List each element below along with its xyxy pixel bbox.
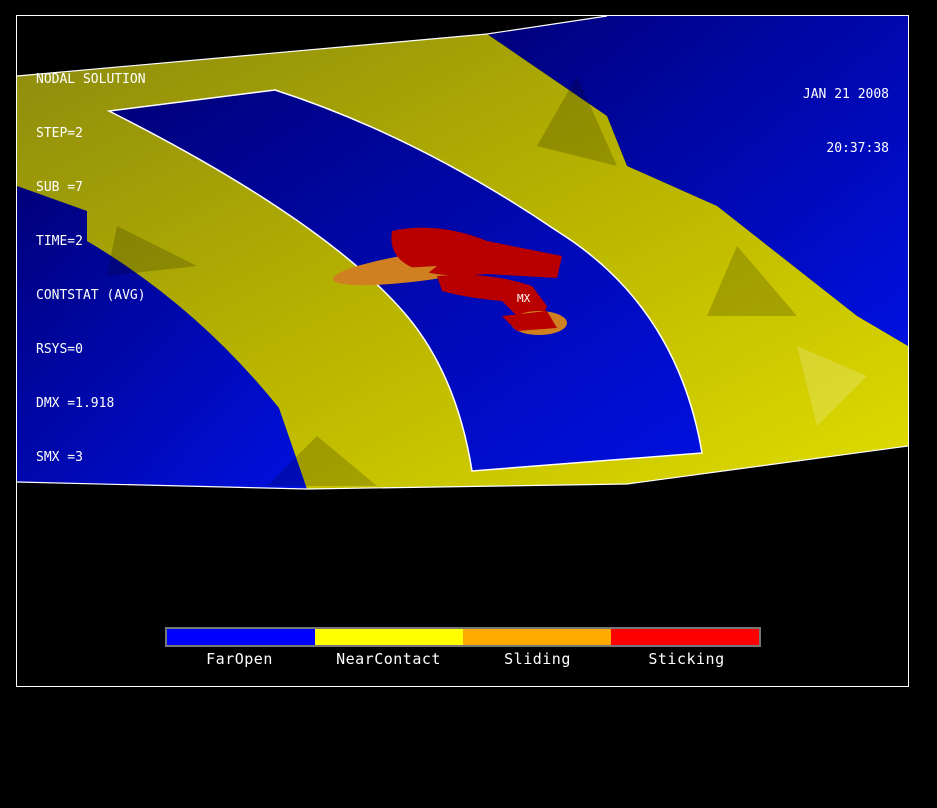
date-label: JAN 21 2008 — [802, 87, 889, 102]
sub-line: SUB =7 — [36, 180, 83, 195]
timestamp: JAN 21 2008 20:37:38 — [803, 50, 889, 194]
solution-info: NODAL SOLUTION STEP=2 SUB =7 TIME=2 CONT… — [36, 35, 146, 503]
rsys-line: RSYS=0 — [36, 342, 83, 357]
contact-status-model[interactable] — [17, 16, 908, 686]
smx-line: SMX =3 — [36, 450, 83, 465]
time-line: TIME=2 — [36, 234, 83, 249]
max-marker-label: MX — [517, 292, 531, 305]
legend-label-nearcontact: NearContact — [336, 650, 441, 668]
dmx-line: DMX =1.918 — [36, 396, 115, 411]
solution-title: NODAL SOLUTION — [36, 72, 146, 87]
legend-label-sticking: Sticking — [648, 650, 725, 668]
graphics-viewport[interactable]: NODAL SOLUTION STEP=2 SUB =7 TIME=2 CONT… — [16, 15, 909, 687]
legend-label-faropen: FarOpen — [206, 650, 273, 668]
legend-label-sliding: Sliding — [504, 650, 571, 668]
contour-legend: FarOpen NearContact Sliding Sticking — [165, 627, 761, 668]
legend-swatch-sticking — [611, 629, 759, 645]
time-label: 20:37:38 — [826, 141, 889, 156]
legend-color-bar — [165, 627, 761, 647]
legend-swatch-nearcontact — [315, 629, 463, 645]
contstat-line: CONTSTAT (AVG) — [36, 288, 146, 303]
legend-swatch-sliding — [463, 629, 611, 645]
legend-labels: FarOpen NearContact Sliding Sticking — [165, 650, 761, 668]
step-line: STEP=2 — [36, 126, 83, 141]
legend-swatch-faropen — [167, 629, 315, 645]
